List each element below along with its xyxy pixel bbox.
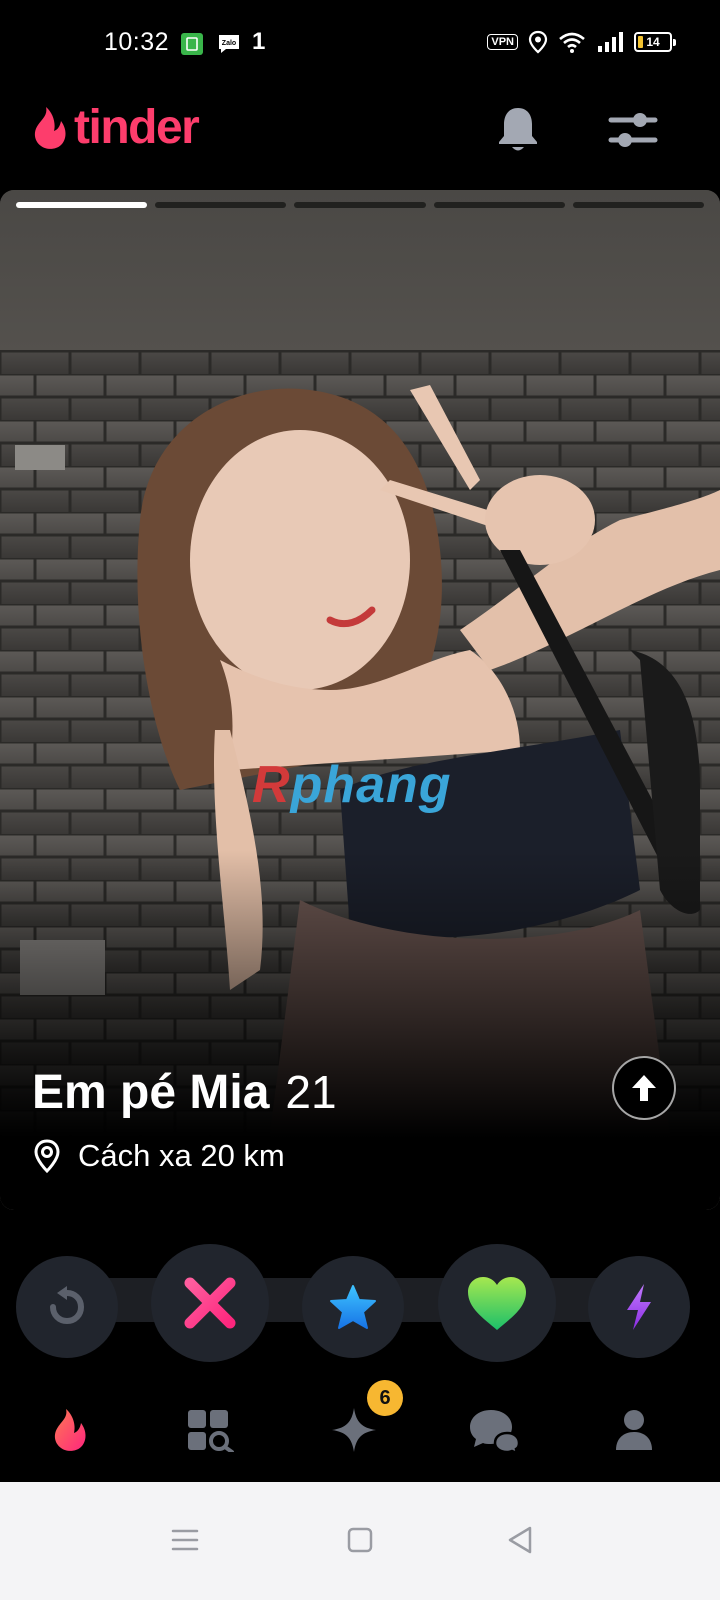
watermark-first: R <box>252 756 291 814</box>
status-time: 10:32 <box>104 28 170 56</box>
lightning-icon <box>627 1284 651 1330</box>
flame-logo-icon <box>34 106 66 149</box>
zalo-icon: Zalo <box>219 35 239 53</box>
open-profile-button[interactable] <box>612 1056 676 1120</box>
photo-progress-segment[interactable] <box>433 202 565 208</box>
profile-age: 21 <box>285 1066 337 1118</box>
app-header: tinder <box>0 90 720 186</box>
distance-row: Cách xa 20 km <box>32 1138 285 1174</box>
wifi-icon <box>559 32 585 53</box>
vpn-icon: VPN <box>487 34 518 50</box>
boost-button[interactable] <box>588 1256 690 1358</box>
close-x-icon <box>184 1277 236 1329</box>
location-pin-icon <box>34 1139 60 1174</box>
flame-icon <box>54 1409 86 1451</box>
tab-messages[interactable] <box>464 1400 524 1460</box>
nope-button[interactable] <box>151 1244 269 1362</box>
like-button[interactable] <box>438 1244 556 1362</box>
photo-progress <box>16 202 705 208</box>
home-button[interactable] <box>330 1510 390 1570</box>
watermark-rest: phang <box>290 756 452 814</box>
arrow-up-icon <box>632 1075 656 1101</box>
bottom-nav: 6 <box>0 1380 720 1480</box>
tab-discover[interactable] <box>40 1400 100 1460</box>
likes-badge: 6 <box>367 1380 403 1416</box>
profile-card[interactable]: Rphang Em pé Mia 21 Cách xa 20 km <box>0 190 720 1210</box>
notifications-bell-icon[interactable] <box>494 104 542 156</box>
notification-count: 1 <box>252 28 266 55</box>
profile-name: Em pé Mia <box>32 1066 270 1119</box>
profile-distance: Cách xa 20 km <box>78 1138 285 1173</box>
watermark: Rphang <box>252 755 452 815</box>
super-like-button[interactable] <box>302 1256 404 1358</box>
system-nav-bar <box>0 1482 720 1600</box>
rewind-icon <box>50 1286 85 1325</box>
battery-level: 14 <box>646 35 660 49</box>
back-triangle-icon <box>508 1526 532 1554</box>
photo-progress-segment[interactable] <box>16 202 148 208</box>
recent-apps-button[interactable] <box>155 1510 215 1570</box>
menu-icon <box>171 1529 199 1551</box>
photo-progress-segment[interactable] <box>155 202 287 208</box>
status-right-group: VPN 14 <box>487 30 676 54</box>
svg-text:Zalo: Zalo <box>222 40 236 47</box>
tinder-logo[interactable]: tinder <box>30 100 200 155</box>
profile-name-row: Em pé Mia 21 <box>32 1065 337 1120</box>
tab-explore[interactable] <box>180 1400 240 1460</box>
tab-profile[interactable] <box>604 1400 664 1460</box>
star-icon <box>330 1285 376 1329</box>
home-square-icon <box>347 1527 373 1553</box>
action-bar <box>0 1220 720 1362</box>
battery-icon: 14 <box>634 32 676 52</box>
rewind-button[interactable] <box>16 1256 118 1358</box>
profile-icon <box>616 1410 652 1450</box>
photo-progress-segment[interactable] <box>294 202 426 208</box>
filters-icon[interactable] <box>608 106 658 154</box>
sim-app-icon <box>181 33 203 55</box>
sparkle-icon <box>332 1408 376 1452</box>
back-button[interactable] <box>490 1510 550 1570</box>
logo-wordmark: tinder <box>74 101 200 154</box>
chat-bubbles-icon <box>470 1410 521 1453</box>
heart-icon <box>468 1277 526 1330</box>
location-icon <box>528 30 548 54</box>
photo-progress-segment[interactable] <box>572 202 705 208</box>
explore-grid-icon <box>188 1410 234 1452</box>
signal-icon <box>598 32 623 52</box>
status-bar: 10:32 Zalo 1 VPN 14 <box>0 0 720 90</box>
